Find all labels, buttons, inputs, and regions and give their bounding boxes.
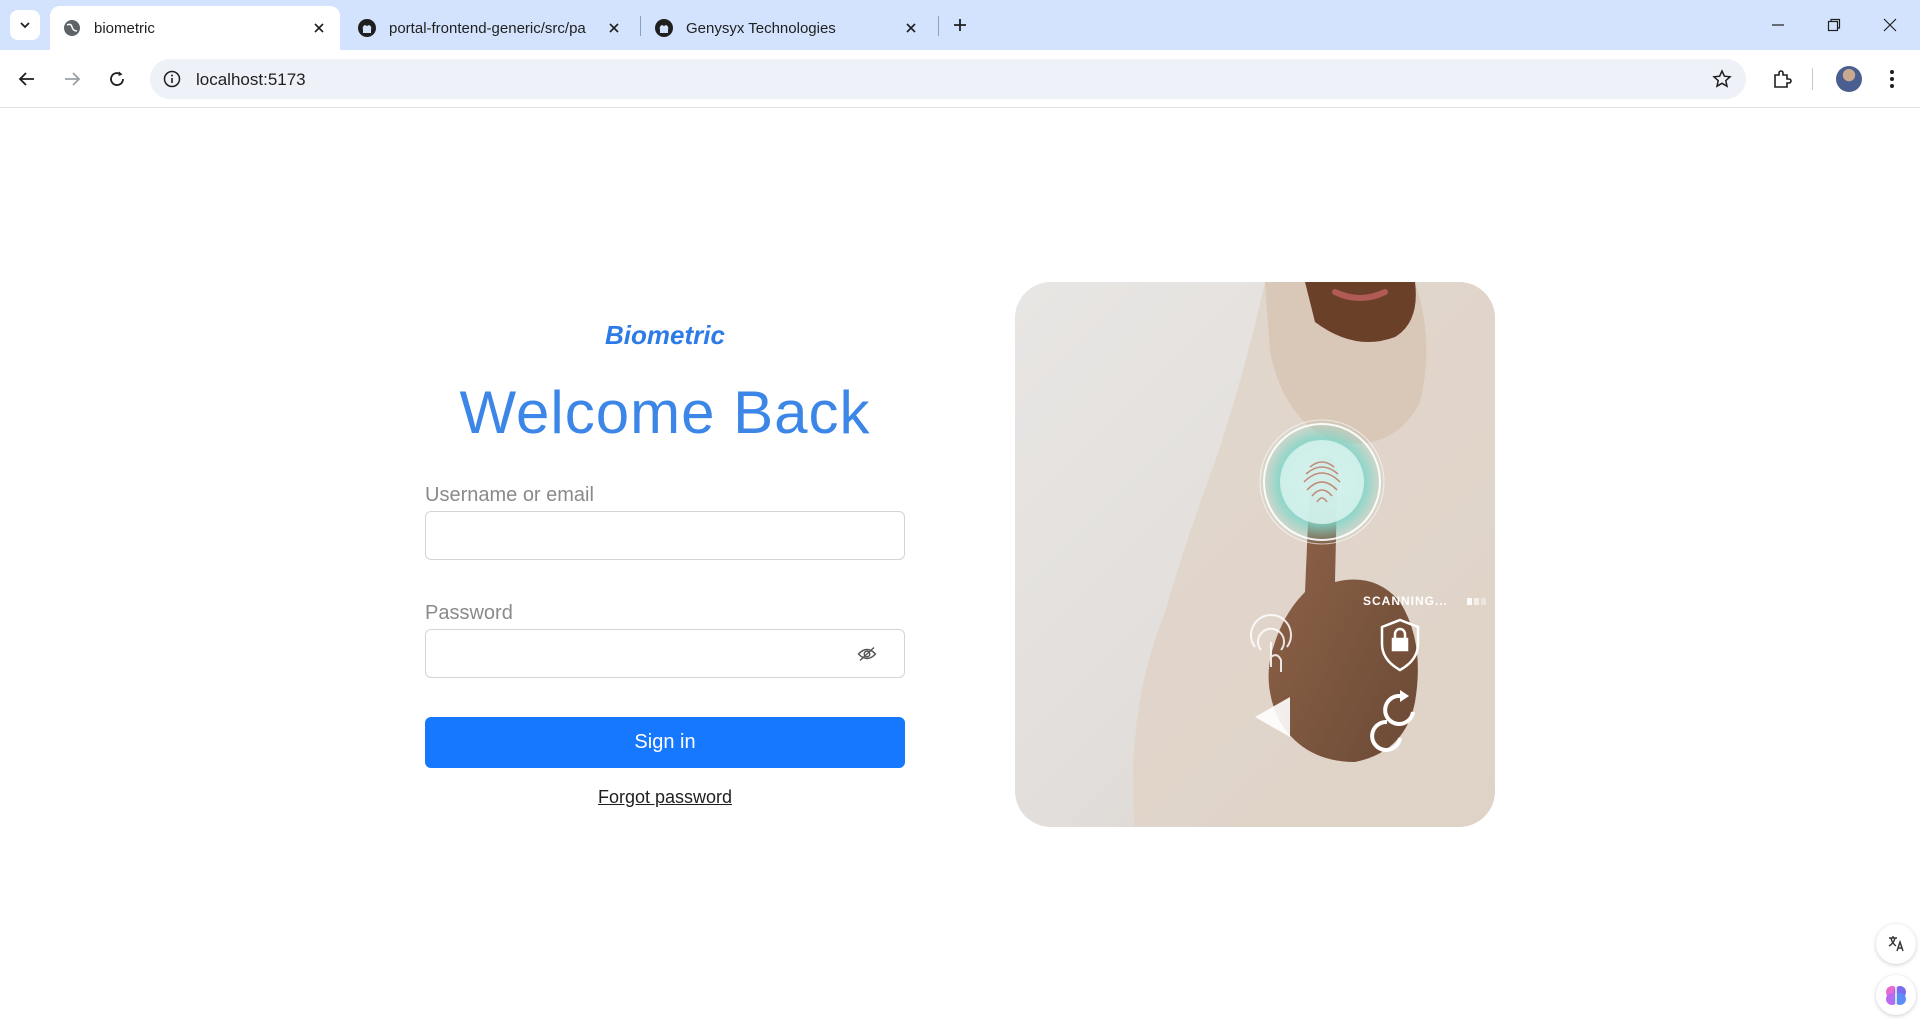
- browser-menu-button[interactable]: [1875, 62, 1909, 96]
- plus-icon: [954, 19, 966, 31]
- reload-button[interactable]: [100, 62, 134, 96]
- arrow-right-icon: [65, 72, 81, 86]
- address-bar[interactable]: localhost:5173: [150, 59, 1746, 99]
- page-title: Welcome Back: [459, 379, 871, 446]
- tab-biometric[interactable]: biometric: [50, 6, 340, 50]
- tab-close-icon[interactable]: [308, 17, 330, 39]
- tab-portal-frontend[interactable]: portal-frontend-generic/src/pa: [345, 6, 635, 50]
- username-label: Username or email: [425, 484, 594, 506]
- scanning-text: SCANNING...: [1363, 594, 1448, 608]
- forward-button[interactable]: [55, 62, 89, 96]
- back-button[interactable]: [10, 62, 44, 96]
- chevron-down-icon: [20, 22, 30, 29]
- minimize-icon: [1772, 24, 1784, 26]
- more-vertical-icon: [1890, 70, 1894, 88]
- restore-icon: [1827, 18, 1841, 32]
- password-input[interactable]: [426, 630, 904, 677]
- new-tab-button[interactable]: [946, 11, 974, 39]
- eye-slash-icon[interactable]: [856, 644, 878, 664]
- brand-logo: Biometric: [605, 320, 725, 350]
- toolbar-divider: [1812, 68, 1813, 90]
- minimize-button[interactable]: [1750, 0, 1806, 50]
- arrow-left-icon: [18, 72, 34, 86]
- tab-close-icon[interactable]: [900, 17, 922, 39]
- username-input[interactable]: [426, 512, 904, 559]
- forgot-password-link[interactable]: Forgot password: [425, 787, 905, 808]
- tab-search-button[interactable]: [10, 10, 40, 40]
- profile-avatar[interactable]: [1836, 66, 1862, 92]
- reload-icon: [110, 71, 124, 86]
- translate-button[interactable]: [1876, 924, 1916, 964]
- bookmark-star-icon[interactable]: [1710, 67, 1734, 91]
- url-text: localhost:5173: [196, 70, 306, 89]
- puzzle-icon: [1774, 70, 1792, 88]
- tab-title: portal-frontend-generic/src/pa: [389, 19, 586, 37]
- brain-icon: [1886, 986, 1906, 1005]
- fingerprint-scan-illustration: SCANNING...: [1133, 282, 1495, 827]
- browser-toolbar: localhost:5173: [0, 50, 1920, 108]
- biometric-hero-image: SCANNING...: [1015, 282, 1495, 827]
- extensions-button[interactable]: [1765, 62, 1799, 96]
- password-field-wrapper: [425, 629, 905, 678]
- globe-icon: [62, 18, 82, 38]
- tab-separator: [640, 16, 641, 36]
- close-icon: [1883, 18, 1897, 32]
- translate-icon: [1888, 936, 1904, 952]
- browser-tabbar: biometric portal-frontend-generic/src/pa…: [0, 0, 1920, 50]
- github-icon: [357, 18, 377, 38]
- github-icon: [654, 18, 674, 38]
- tab-close-icon[interactable]: [603, 17, 625, 39]
- password-label: Password: [425, 602, 513, 624]
- site-info-icon[interactable]: [160, 67, 184, 91]
- restore-button[interactable]: [1806, 0, 1862, 50]
- username-field-wrapper: [425, 511, 905, 560]
- close-window-button[interactable]: [1862, 0, 1918, 50]
- sign-in-button[interactable]: Sign in: [425, 717, 905, 768]
- tab-title: biometric: [94, 19, 155, 37]
- tab-separator: [938, 16, 939, 36]
- tab-genysyx[interactable]: Genysyx Technologies: [642, 6, 932, 50]
- tab-title: Genysyx Technologies: [686, 19, 836, 37]
- ai-assistant-button[interactable]: [1876, 975, 1916, 1015]
